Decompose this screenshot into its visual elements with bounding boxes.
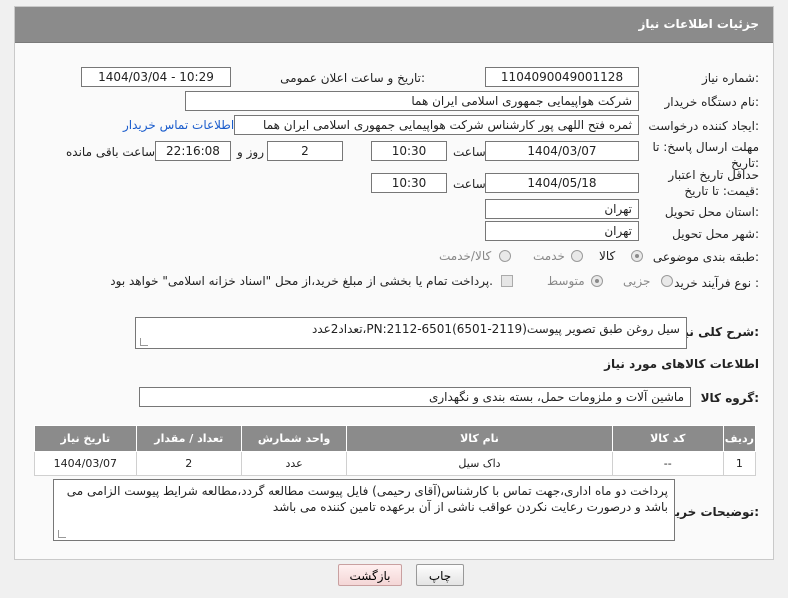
category-radio-goods[interactable] [631, 250, 643, 262]
details-panel: جزئیات اطلاعات نیاز شماره نیاز: 11040900… [14, 6, 774, 560]
col-header-row-number: ردیف [722, 425, 757, 452]
treasury-checkbox[interactable] [501, 275, 513, 287]
reply-date-field: 1404/03/07 [485, 141, 639, 161]
process-label: نوع فرآیند خرید : [674, 276, 759, 290]
buyer-org-field: شرکت هواپیمایی جمهوری اسلامی ایران هما [185, 91, 639, 111]
print-button[interactable]: چاپ [416, 564, 464, 586]
buyer-notes-text: پرداخت دو ماه اداری،جهت تماس با کارشناس(… [66, 484, 668, 514]
category-label: طبقه بندی موضوعی: [652, 250, 759, 264]
category-option-goods: کالا [599, 249, 616, 263]
price-time-field: 10:30 [371, 173, 447, 193]
days-label: روز و [237, 145, 264, 159]
process-option-minor: جزیی [623, 274, 651, 288]
cell-code: -- [611, 451, 724, 476]
process-radio-minor[interactable] [661, 275, 673, 287]
process-option-medium: متوسط [547, 274, 585, 288]
category-option-both: کالا/خدمت [439, 249, 492, 263]
buyer-contact-link[interactable]: اطلاعات تماس خریدار [123, 118, 234, 132]
price-date-field: 1404/05/18 [485, 173, 639, 193]
price-time-label: ساعت [453, 177, 486, 191]
cell-row-number: 1 [722, 451, 757, 476]
goods-group-field: ماشین آلات و ملزومات حمل، بسته بندی و نگ… [139, 387, 691, 407]
cell-name: داک سیل [346, 451, 613, 476]
city-label: شهر محل تحویل: [672, 227, 759, 241]
category-radio-service[interactable] [571, 250, 583, 262]
col-header-name: نام کالا [346, 425, 613, 452]
announce-label: تاریخ و ساعت اعلان عمومی: [280, 71, 425, 85]
table-header-row: ردیف کد کالا نام کالا واحد شمارش تعداد /… [34, 425, 757, 452]
table-row: 1 -- داک سیل عدد 2 1404/03/07 [34, 451, 757, 476]
need-number-field: 1104090049001128 [485, 67, 639, 87]
category-option-service: خدمت [533, 249, 565, 263]
back-button[interactable]: بازگشت [338, 564, 402, 586]
need-number-label: شماره نیاز: [701, 71, 759, 85]
summary-text: سیل روغن طبق تصویر پیوست(2119-6501)PN:21… [311, 322, 680, 336]
reply-time-label: ساعت [453, 145, 486, 159]
col-header-date: تاریخ نیاز [34, 425, 137, 452]
announce-date-field: 1404/03/04 - 10:29 [81, 67, 231, 87]
province-label: استان محل تحویل: [664, 205, 759, 219]
category-radio-both[interactable] [499, 250, 511, 262]
remaining-label: ساعت باقی مانده [66, 145, 156, 159]
buyer-notes-textarea[interactable]: پرداخت دو ماه اداری،جهت تماس با کارشناس(… [53, 479, 675, 541]
requester-label: ایجاد کننده درخواست: [648, 119, 759, 133]
panel-header: جزئیات اطلاعات نیاز [15, 7, 773, 43]
page-title: جزئیات اطلاعات نیاز [638, 17, 759, 31]
process-radio-medium[interactable] [591, 275, 603, 287]
price-validity-label: حداقل تاریخ اعتبار قیمت: تا تاریخ: [668, 168, 759, 198]
requester-field: ثمره فتح اللهی پور کارشناس شرکت هواپیمای… [234, 115, 639, 135]
items-table: ردیف کد کالا نام کالا واحد شمارش تعداد /… [34, 425, 757, 476]
resize-grip-icon[interactable] [58, 530, 66, 538]
goods-info-title: اطلاعات کالاهای مورد نیاز [604, 357, 759, 371]
summary-textarea[interactable]: سیل روغن طبق تصویر پیوست(2119-6501)PN:21… [135, 317, 687, 349]
reply-time-field: 10:30 [371, 141, 447, 161]
resize-grip-icon[interactable] [140, 338, 148, 346]
remaining-time-field: 22:16:08 [155, 141, 231, 161]
cell-unit: عدد [240, 451, 348, 476]
days-field: 2 [267, 141, 343, 161]
buyer-org-label: نام دستگاه خریدار: [664, 95, 760, 109]
province-field: تهران [485, 199, 639, 219]
col-header-code: کد کالا [611, 425, 724, 452]
city-field: تهران [485, 221, 639, 241]
col-header-quantity: تعداد / مقدار [135, 425, 242, 452]
cell-date: 1404/03/07 [34, 451, 137, 476]
cell-quantity: 2 [135, 451, 242, 476]
col-header-unit: واحد شمارش [240, 425, 348, 452]
goods-group-label: گروه کالا: [700, 391, 759, 405]
payment-note: پرداخت تمام یا بخشی از مبلغ خرید،از محل … [110, 274, 493, 288]
